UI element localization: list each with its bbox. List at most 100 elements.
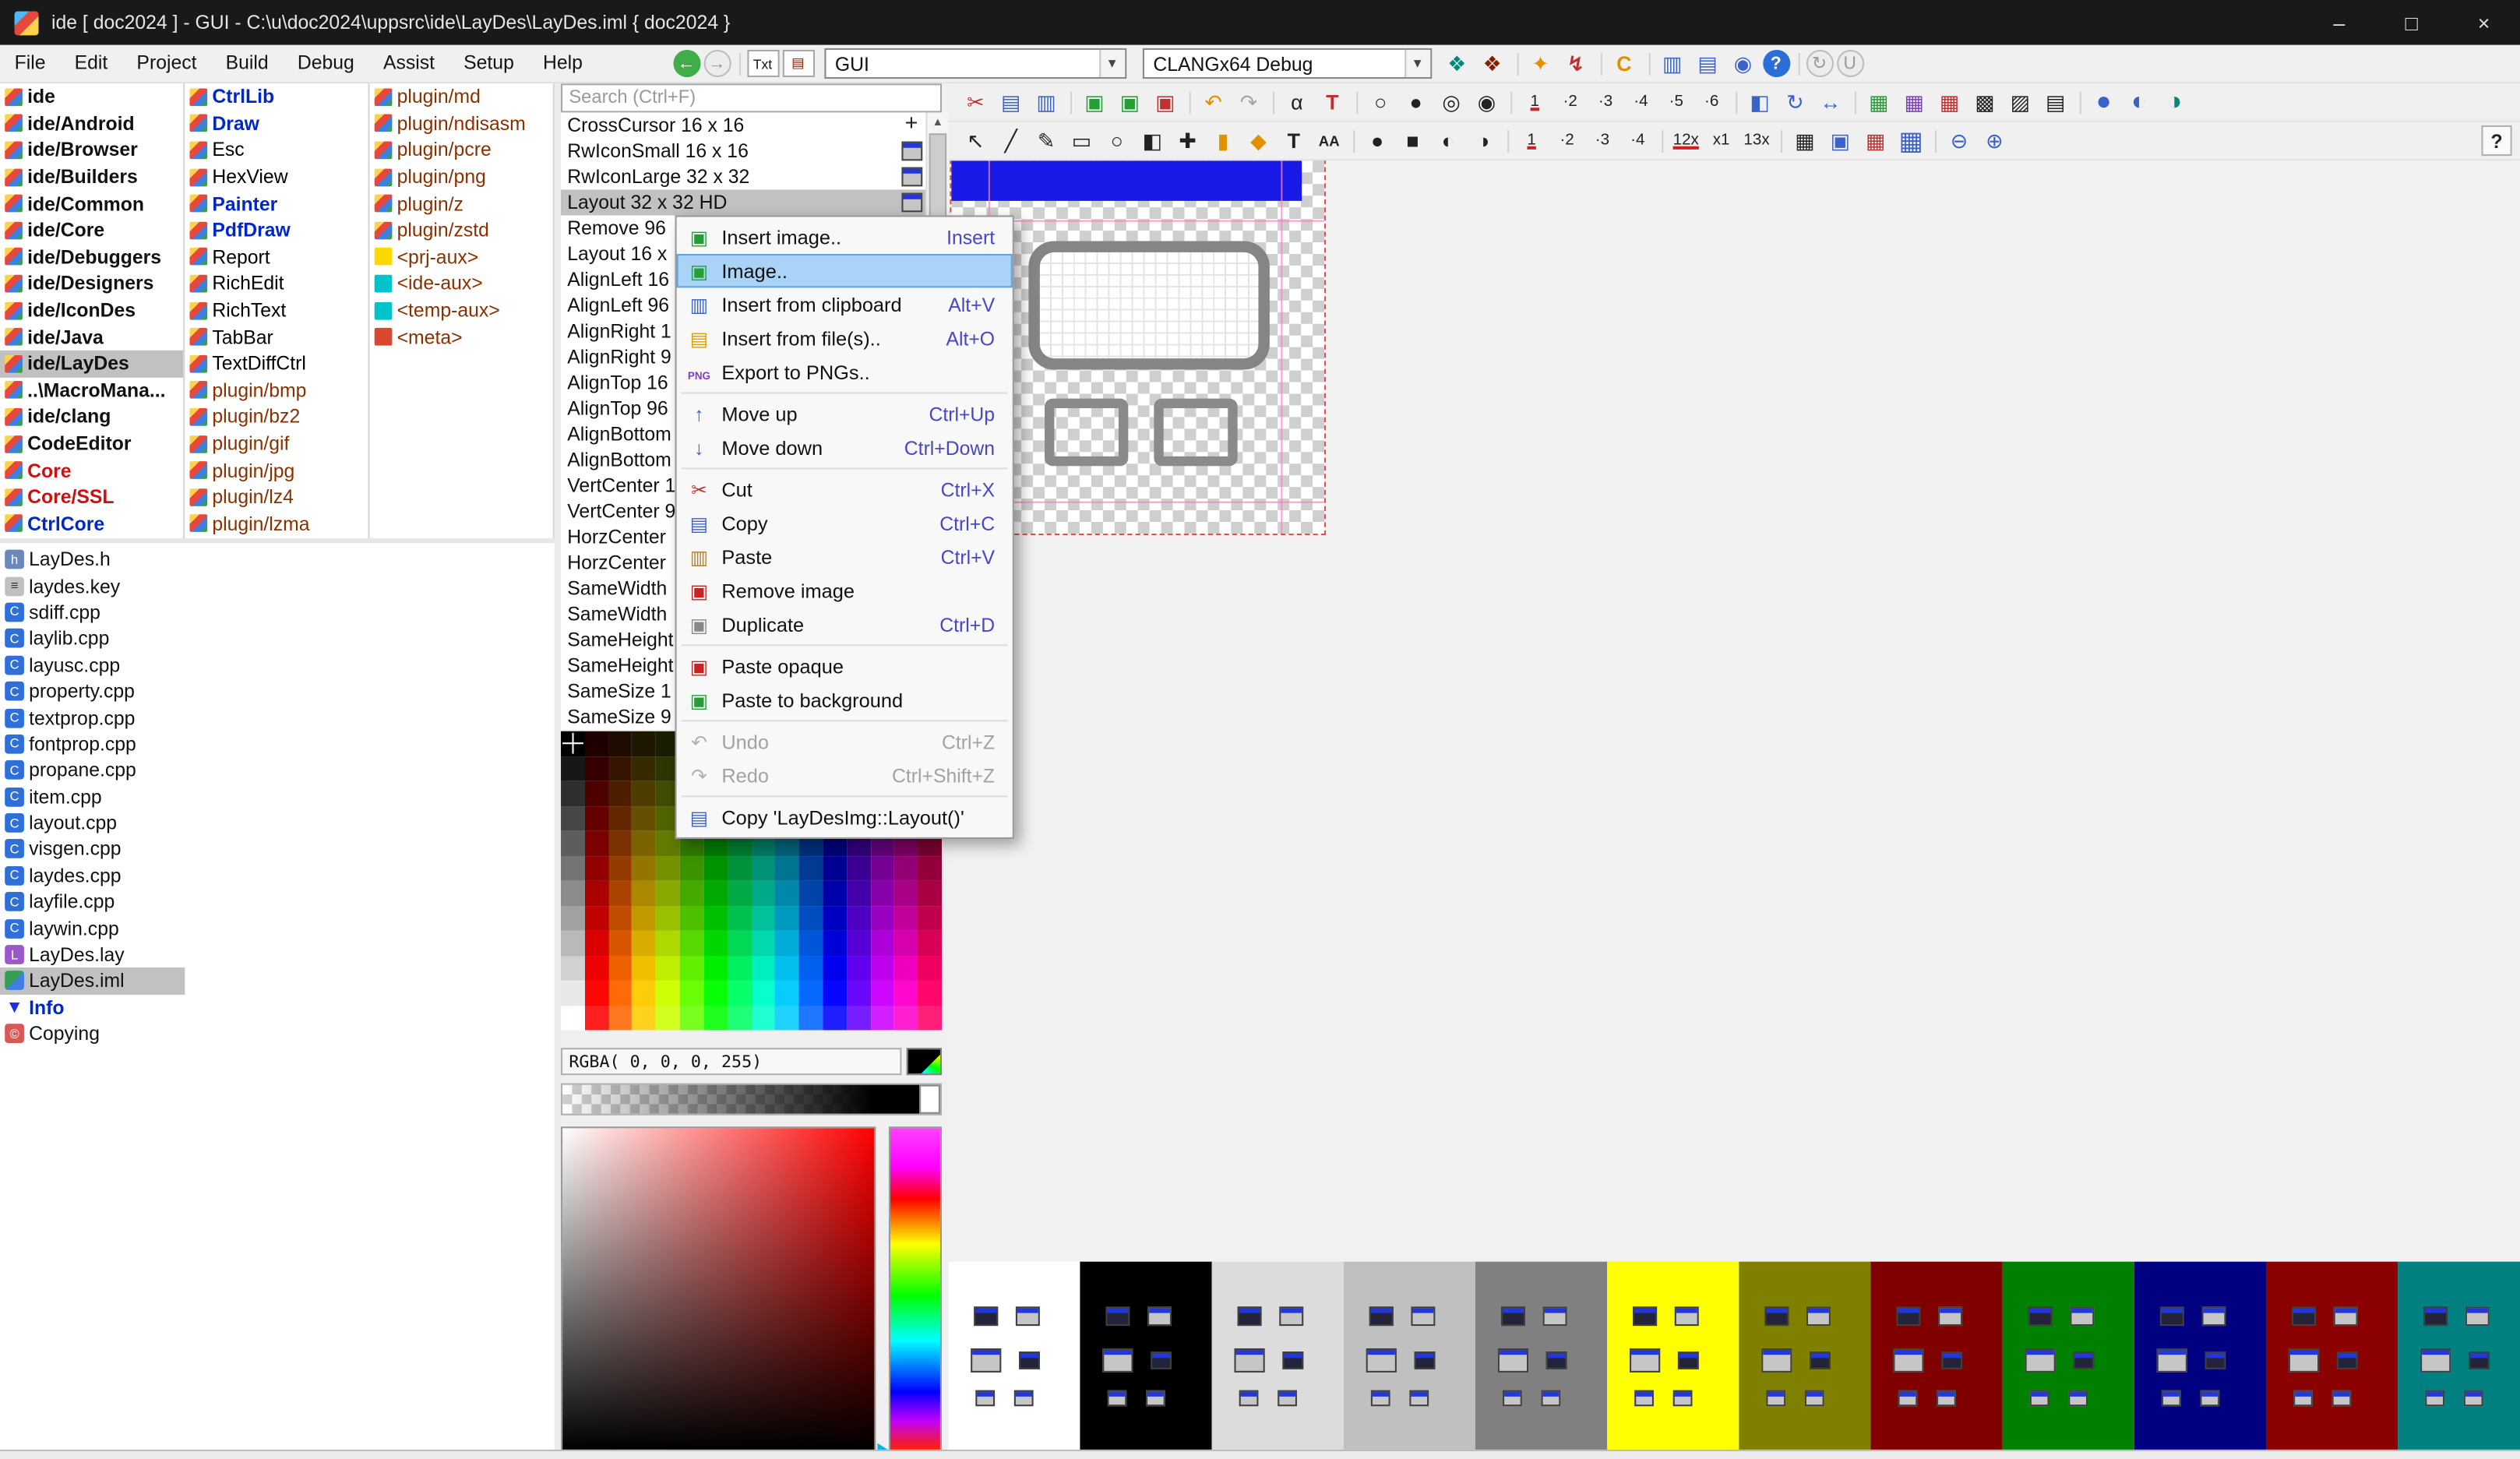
palette-cell[interactable] [847, 1005, 871, 1030]
palette-cell[interactable] [752, 856, 776, 881]
palette-cell[interactable] [585, 881, 609, 906]
palette-cell[interactable] [799, 956, 823, 981]
round-pen-icon[interactable]: ● [1361, 125, 1393, 157]
menu-item[interactable]: Copy 'LayDesImg::Layout()' [677, 800, 1013, 833]
palette-cell[interactable] [633, 856, 657, 881]
soft-pen-icon[interactable]: ◐ [1432, 125, 1464, 157]
palette-cell[interactable] [847, 956, 871, 981]
menu-item[interactable]: Remove image [677, 574, 1013, 608]
package-item[interactable]: ide [0, 83, 183, 110]
pen-1-icon[interactable]: 1 [1519, 86, 1551, 118]
package-item[interactable]: HexView [185, 164, 368, 190]
palette-cell[interactable] [633, 956, 657, 981]
palette-cell[interactable] [918, 956, 942, 981]
alpha-icon[interactable]: α [1281, 86, 1313, 118]
palette-cell[interactable] [703, 956, 728, 981]
palette-cell[interactable] [894, 881, 918, 906]
text-mode-icon[interactable]: Txt [746, 50, 778, 77]
palette-cell[interactable] [656, 856, 680, 881]
palette-cell[interactable] [752, 1005, 776, 1030]
pattern-green-icon[interactable]: ▦ [1863, 86, 1894, 118]
package-item[interactable]: Core/SSL [0, 484, 183, 510]
assist-icon[interactable]: ◉ [1727, 48, 1759, 79]
palette-cell[interactable] [775, 856, 799, 881]
palette-cell[interactable] [608, 956, 633, 981]
package-item[interactable]: CodeEditor [0, 430, 183, 456]
hue-slider[interactable] [889, 1126, 942, 1451]
palette-cell[interactable] [918, 931, 942, 956]
palette-cell[interactable] [870, 906, 894, 931]
palette-cell[interactable] [799, 881, 823, 906]
file-item[interactable]: laywin.cpp [0, 915, 185, 942]
palette-cell[interactable] [608, 981, 633, 1006]
zoom-in-icon[interactable]: ⊕ [1979, 125, 2011, 157]
palette-cell[interactable] [608, 756, 633, 781]
hotspot-tool-icon[interactable]: ◆ [1242, 125, 1274, 157]
palette-cell[interactable] [918, 856, 942, 881]
package-item[interactable]: plugin/z [370, 190, 553, 217]
palette-cell[interactable] [608, 831, 633, 856]
package-item[interactable]: plugin/zstd [370, 217, 553, 243]
size-4-icon[interactable]: ·4 [1622, 125, 1654, 157]
palette-cell[interactable] [728, 1005, 752, 1030]
palette-cell[interactable] [752, 906, 776, 931]
copy-icon[interactable]: ▤ [995, 86, 1027, 118]
menu-item[interactable]: PasteCtrl+V [677, 540, 1013, 573]
palette-cell[interactable] [703, 881, 728, 906]
palette-cell[interactable] [823, 1005, 847, 1030]
palette-cell[interactable] [870, 1005, 894, 1030]
palette-cell[interactable] [847, 881, 871, 906]
circle-dot-icon[interactable]: ◉ [1471, 86, 1503, 118]
package-item[interactable]: TextDiffCtrl [185, 351, 368, 377]
palette-cell[interactable] [728, 881, 752, 906]
antialias-icon[interactable]: AA [1313, 125, 1345, 157]
package-item[interactable]: ide/Core [0, 217, 183, 243]
menu[interactable]: Project [122, 45, 211, 82]
saturation-value-picker[interactable] [561, 1126, 876, 1451]
package-item[interactable]: plugin/ndisasm [370, 111, 553, 137]
palette-cell[interactable] [633, 756, 657, 781]
circle-ring-icon[interactable]: ◎ [1435, 86, 1467, 118]
package-item[interactable]: Esc [185, 137, 368, 164]
palette-cell[interactable] [633, 981, 657, 1006]
palette-cell[interactable] [799, 931, 823, 956]
reference-icon[interactable]: C [1608, 48, 1640, 79]
file-item[interactable]: LayDes.iml [0, 968, 185, 995]
pen-2-icon[interactable]: ·2 [1554, 86, 1586, 118]
window-tabs-icon[interactable]: ▤ [1691, 48, 1723, 79]
menu-item[interactable]: Paste to background [677, 683, 1013, 717]
package-item[interactable]: <ide-aux> [370, 270, 553, 297]
file-item[interactable]: laylib.cpp [0, 626, 185, 652]
forward-icon[interactable]: → [703, 50, 731, 77]
palette-cell[interactable] [918, 981, 942, 1006]
menu-item[interactable]: Insert from clipboardAlt+V [677, 287, 1013, 321]
image-list-item[interactable]: RwIconLarge 32 x 32 [561, 164, 925, 189]
palette-cell[interactable] [680, 906, 704, 931]
size-3-icon[interactable]: ·3 [1586, 125, 1618, 157]
package-item[interactable]: ide/Builders [0, 164, 183, 190]
size-1-icon[interactable]: 1 [1516, 125, 1548, 157]
palette-cell[interactable] [585, 856, 609, 881]
pie-icon[interactable]: ◑ [2159, 86, 2190, 118]
marker-tool-icon[interactable]: ▮ [1207, 125, 1239, 157]
palette-cell[interactable] [870, 931, 894, 956]
file-item[interactable]: layfile.cpp [0, 889, 185, 915]
palette-cell[interactable] [608, 781, 633, 806]
palette-cell[interactable] [561, 931, 585, 956]
file-item[interactable]: propane.cpp [0, 757, 185, 784]
file-item[interactable]: LayDes.h [0, 546, 185, 573]
file-item[interactable]: visgen.cpp [0, 836, 185, 862]
package-item[interactable]: PdfDraw [185, 217, 368, 243]
palette-cell[interactable] [561, 781, 585, 806]
cut-icon[interactable]: ✂ [960, 86, 992, 118]
palette-cell[interactable] [775, 906, 799, 931]
package-item[interactable]: Core [0, 457, 183, 484]
palette-cell[interactable] [633, 806, 657, 831]
menu-item[interactable]: Move downCtrl+Down [677, 431, 1013, 464]
resize-icon[interactable]: ↔ [1814, 86, 1846, 118]
undo-icon[interactable]: ↶ [1197, 86, 1229, 118]
package-item[interactable]: Draw [185, 111, 368, 137]
palette-cell[interactable] [608, 906, 633, 931]
mirror-icon[interactable]: ◧ [1744, 86, 1776, 118]
package-item[interactable]: plugin/png [370, 164, 553, 190]
